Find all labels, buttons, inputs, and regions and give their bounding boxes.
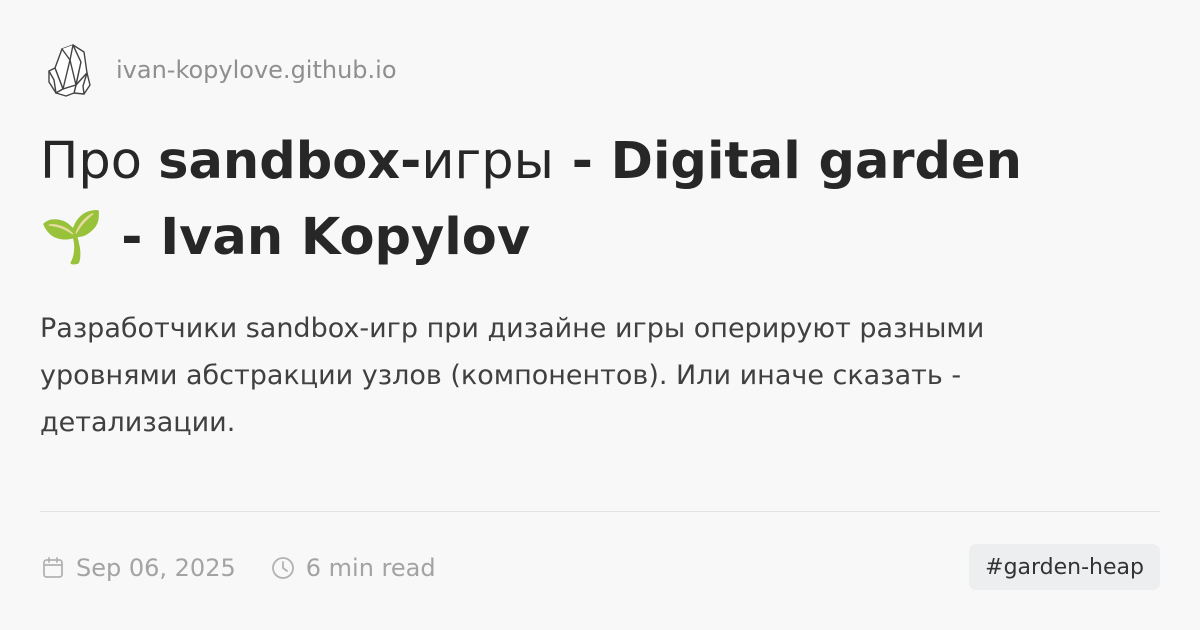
title-bold-part-1: sandbox- <box>158 132 422 191</box>
social-preview-card: ivan-kopylove.github.io Про sandbox-игры… <box>0 0 1200 630</box>
calendar-icon <box>40 555 66 581</box>
publish-date-item: Sep 06, 2025 <box>40 554 236 582</box>
title-regular-part: игры <box>421 132 554 191</box>
title-prefix: Про <box>40 132 159 191</box>
title-bold-part-2: - Digital garden <box>553 132 1022 191</box>
description-line-1: Разработчики sandbox-игр при дизайне игр… <box>40 313 985 344</box>
crystal-cluster-icon <box>40 41 98 99</box>
site-header: ivan-kopylove.github.io <box>40 40 397 100</box>
site-domain: ivan-kopylove.github.io <box>116 56 397 84</box>
post-meta: Sep 06, 2025 6 min read <box>40 545 470 590</box>
description-line-2: уровнями абстракции узлов (компонентов).… <box>40 360 962 391</box>
page-description: Разработчики sandbox-игр при дизайне игр… <box>40 305 1120 446</box>
sprout-emoji: 🌱 <box>40 208 104 267</box>
clock-icon <box>270 555 296 581</box>
publish-date: Sep 06, 2025 <box>76 553 236 582</box>
content-divider <box>40 511 1160 512</box>
title-bold-part-3: - Ivan Kopylov <box>103 208 531 267</box>
read-time: 6 min read <box>305 553 436 582</box>
read-time-item: 6 min read <box>270 554 436 582</box>
garden-heap-tag[interactable]: #garden-heap <box>969 544 1160 590</box>
page-title: Про sandbox-игры - Digital garden 🌱 - Iv… <box>40 124 1140 276</box>
description-line-3: детализации. <box>40 407 236 438</box>
